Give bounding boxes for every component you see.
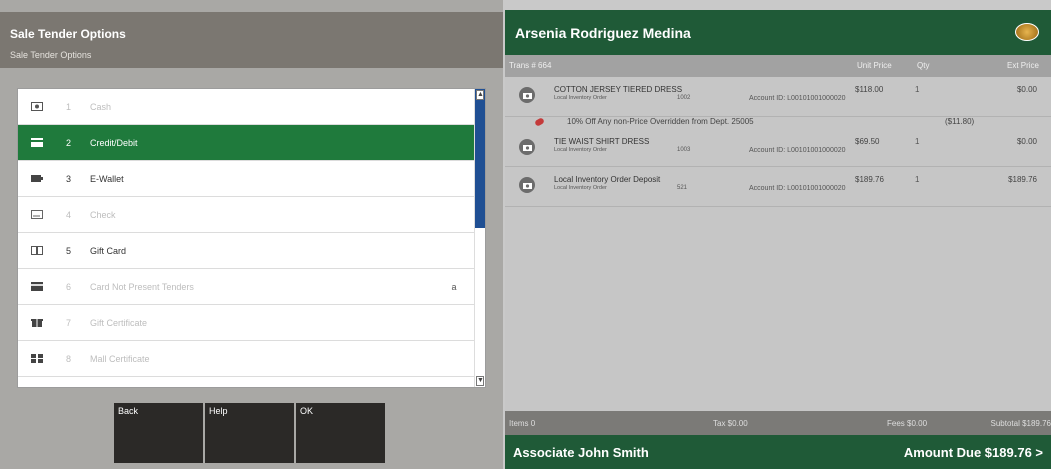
credit-card-icon xyxy=(28,137,46,149)
item-account-id: Account ID: L00101001000020 xyxy=(749,185,846,192)
item-unit-price: $189.76 xyxy=(855,175,884,184)
tender-option-row[interactable]: 2 Credit/Debit xyxy=(18,125,475,161)
item-location: 1003 xyxy=(677,147,691,153)
scroll-up-button[interactable]: ▲ xyxy=(476,90,484,100)
item-ext-price: $0.00 xyxy=(1016,85,1037,94)
amount-due-button[interactable]: Amount Due $189.76 > xyxy=(904,445,1043,460)
transaction-item-row[interactable]: COTTON JERSEY TIERED DRESS Local Inventor… xyxy=(505,77,1051,117)
tender-option-label: Cash xyxy=(90,101,112,112)
tender-option-row[interactable]: 1 Cash xyxy=(18,89,475,125)
fees-total: Fees $0.00 xyxy=(887,419,928,428)
tender-option-label: Card Not Present Tenders xyxy=(90,281,194,292)
gift-certificate-icon xyxy=(28,317,46,329)
subtotal: Subtotal $189.76 xyxy=(990,419,1051,428)
discount-line: 10% Off Any non-Price Overridden from De… xyxy=(505,117,1051,129)
action-buttons: Back Help OK xyxy=(114,403,385,463)
transaction-footer: Associate John Smith Amount Due $189.76 … xyxy=(505,435,1051,469)
tender-option-row[interactable]: 9 xyxy=(18,377,475,387)
item-account-id: Account ID: L00101001000020 xyxy=(749,95,846,102)
customer-name: Arsenia Rodriguez Medina xyxy=(515,25,691,41)
item-title: Local Inventory Order Deposit xyxy=(554,175,661,184)
wallet-icon xyxy=(28,173,46,185)
store-logo-icon xyxy=(1015,23,1039,41)
tax-total: Tax $0.00 xyxy=(713,419,748,428)
qty-header: Qty xyxy=(917,61,930,70)
tender-option-row[interactable]: 3 E-Wallet xyxy=(18,161,475,197)
item-title: TIE WAIST SHIRT DRESS xyxy=(554,137,650,146)
item-unit-price: $69.50 xyxy=(855,137,880,146)
tender-options-panel: Sale Tender Options Sale Tender Options … xyxy=(0,0,503,469)
totals-bar: Items 0 Tax $0.00 Fees $0.00 Subtotal $1… xyxy=(505,411,1051,435)
ok-button[interactable]: OK xyxy=(296,403,385,463)
tender-option-label: Gift Card xyxy=(90,245,127,256)
tender-option-number: 1 xyxy=(66,101,72,112)
tender-option-number: 8 xyxy=(66,353,72,364)
associate-name: Associate John Smith xyxy=(513,445,649,460)
check-icon xyxy=(28,209,46,221)
transaction-item-row[interactable]: Local Inventory Order Deposit Local Inven… xyxy=(505,167,1051,207)
discount-text: 10% Off Any non-Price Overridden from De… xyxy=(567,117,754,126)
back-button[interactable]: Back xyxy=(114,403,203,463)
item-subtitle: Local Inventory Order xyxy=(554,95,607,101)
unit-price-header: Unit Price xyxy=(857,61,892,70)
tender-option-label: E-Wallet xyxy=(90,173,124,184)
help-button[interactable]: Help xyxy=(205,403,294,463)
item-location: 521 xyxy=(677,185,688,191)
items-count: Items 0 xyxy=(509,419,536,428)
ext-price-header: Ext Price xyxy=(1006,61,1039,70)
cash-icon xyxy=(28,101,46,113)
camera-icon[interactable] xyxy=(519,177,535,193)
card-icon xyxy=(28,281,46,293)
item-title: COTTON JERSEY TIERED DRESS xyxy=(554,85,683,94)
transaction-item-row[interactable]: TIE WAIST SHIRT DRESS Local Inventory Ord… xyxy=(505,129,1051,167)
scrollbar-thumb[interactable] xyxy=(475,89,485,228)
tender-option-label: Gift Certificate xyxy=(90,317,148,328)
tender-option-row[interactable]: 8 Mall Certificate xyxy=(18,341,475,377)
item-qty: 1 xyxy=(915,137,920,146)
tender-option-number: 5 xyxy=(66,245,72,256)
discount-amount: ($11.80) xyxy=(945,117,975,126)
camera-icon[interactable] xyxy=(519,139,535,155)
item-subtitle: Local Inventory Order xyxy=(554,147,607,153)
item-unit-price: $118.00 xyxy=(855,85,884,94)
tender-option-number: 2 xyxy=(66,137,72,148)
tender-option-lock-icon: a xyxy=(451,281,457,292)
tender-option-row[interactable]: 6 Card Not Present Tenders a xyxy=(18,269,475,305)
item-qty: 1 xyxy=(915,85,920,94)
discount-tag-icon xyxy=(534,117,545,127)
tender-option-number: 4 xyxy=(66,209,72,220)
tender-option-row[interactable]: 7 Gift Certificate xyxy=(18,305,475,341)
panel-title: Sale Tender Options xyxy=(10,27,126,41)
list-scrollbar[interactable]: ▲ ▼ xyxy=(474,89,485,387)
camera-icon[interactable] xyxy=(519,87,535,103)
tender-option-number: 6 xyxy=(66,281,72,292)
tender-option-number: 7 xyxy=(66,317,72,328)
tender-option-number: 3 xyxy=(66,173,72,184)
transaction-items: 10% Off Any non-Price Overridden from De… xyxy=(505,77,1051,411)
transaction-column-header: Trans # 664 Unit Price Qty Ext Price xyxy=(505,55,1051,77)
scroll-down-button[interactable]: ▼ xyxy=(476,376,484,386)
item-subtitle: Local Inventory Order xyxy=(554,185,607,191)
tender-option-label: Check xyxy=(90,209,116,220)
tender-option-label: Credit/Debit xyxy=(90,137,138,148)
transaction-panel: Arsenia Rodriguez Medina Trans # 664 Uni… xyxy=(505,10,1051,469)
panel-subtitle: Sale Tender Options xyxy=(10,50,92,60)
trans-number: Trans # 664 xyxy=(509,61,552,70)
item-ext-price: $189.76 xyxy=(1008,175,1037,184)
gift-card-icon xyxy=(28,245,46,257)
tender-options-header: Sale Tender Options Sale Tender Options xyxy=(0,12,503,68)
item-qty: 1 xyxy=(915,175,920,184)
tender-option-row[interactable]: 5 Gift Card xyxy=(18,233,475,269)
item-location: 1002 xyxy=(677,95,691,101)
item-account-id: Account ID: L00101001000020 xyxy=(749,147,846,154)
customer-header: Arsenia Rodriguez Medina xyxy=(505,10,1051,55)
tender-options-list: 9 8 Mall Certificate 7 Gift Certificate 6 Card… xyxy=(17,88,486,388)
mall-certificate-icon xyxy=(28,353,46,365)
item-ext-price: $0.00 xyxy=(1016,137,1037,146)
tender-option-row[interactable]: 4 Check xyxy=(18,197,475,233)
tender-option-label: Mall Certificate xyxy=(90,353,150,364)
